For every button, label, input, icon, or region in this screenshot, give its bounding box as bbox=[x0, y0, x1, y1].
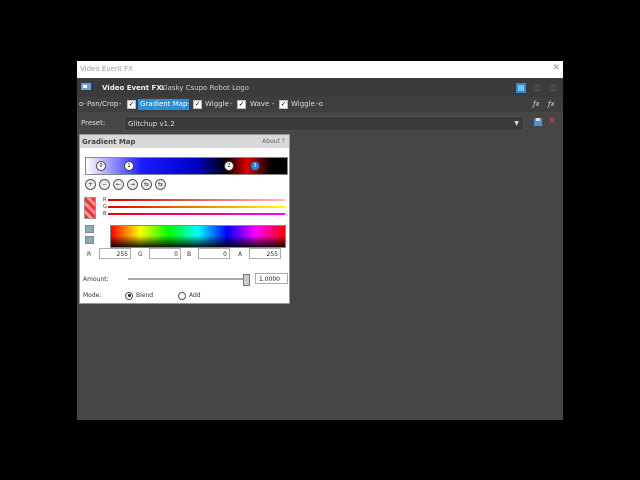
fx-plugin-icon[interactable]: ƒx bbox=[533, 99, 540, 110]
color-spectrum[interactable] bbox=[110, 225, 286, 248]
slider-letter-g: G bbox=[103, 204, 107, 210]
preset-value: Glitchup v1.2 bbox=[128, 120, 175, 128]
palette-icon[interactable] bbox=[85, 225, 94, 233]
window-titlebar[interactable]: Video Event FX ✕ bbox=[77, 61, 563, 78]
gradient-map-panel: Gradient Map About ? 0 1 2 3 + − ← → ⇆ ⇆… bbox=[79, 134, 290, 304]
chain-connector: - bbox=[272, 100, 275, 108]
red-slider[interactable] bbox=[108, 199, 285, 201]
mode-label: Mode: bbox=[83, 292, 102, 299]
picker-tools bbox=[85, 225, 94, 247]
red-value-field[interactable]: 255 bbox=[99, 248, 131, 259]
amount-row: Amount: 1.0000 bbox=[83, 273, 288, 286]
video-event-fx-window: Video Event FX ✕ Video Event FX: Klasky … bbox=[77, 61, 563, 420]
move-left-icon[interactable]: ← bbox=[113, 179, 124, 190]
field-label-b: B bbox=[187, 251, 192, 258]
color-swatch[interactable] bbox=[84, 197, 96, 219]
mode-add-label: Add bbox=[189, 292, 201, 299]
mode-blend-radio[interactable]: Blend bbox=[125, 291, 153, 301]
move-right-icon[interactable]: → bbox=[127, 179, 138, 190]
preset-dropdown[interactable]: Glitchup v1.2 ▼ bbox=[124, 116, 524, 131]
chain-connector: - bbox=[230, 100, 233, 108]
amount-slider[interactable] bbox=[128, 274, 250, 286]
view-grid-button[interactable]: ◫ bbox=[548, 83, 558, 93]
amount-label: Amount: bbox=[83, 276, 109, 283]
preset-label: Preset: bbox=[81, 119, 106, 127]
preset-row: Preset: Glitchup v1.2 ▼ ✕ bbox=[77, 116, 563, 131]
chain-item-wiggle[interactable]: Wiggle bbox=[205, 99, 229, 110]
delete-preset-icon[interactable]: ✕ bbox=[548, 116, 556, 127]
rgba-fields: R 255 G 0 B 0 A 255 bbox=[83, 248, 287, 261]
gradient-stop-selected[interactable]: 3 bbox=[250, 161, 260, 171]
header-label: Video Event FX: bbox=[102, 84, 165, 92]
mode-add-radio[interactable]: Add bbox=[178, 291, 201, 301]
chain-item-pan-crop[interactable]: Pan/Crop bbox=[87, 99, 118, 110]
about-button[interactable]: About ? bbox=[262, 138, 285, 145]
view-list-button[interactable]: ▤ bbox=[516, 83, 526, 93]
slider-letter-r: R bbox=[103, 197, 107, 203]
gradient-stop[interactable]: 2 bbox=[224, 161, 234, 171]
chain-checkbox-wave[interactable]: ✓ bbox=[237, 99, 248, 110]
field-label-r: R bbox=[87, 251, 92, 258]
alpha-value-field[interactable]: 255 bbox=[249, 248, 281, 259]
distribute-icon[interactable]: ⇆ bbox=[155, 179, 166, 190]
close-icon[interactable]: ✕ bbox=[552, 63, 560, 73]
chain-start-connector: o- bbox=[79, 100, 86, 108]
panel-title: Gradient Map bbox=[82, 138, 136, 146]
chain-checkbox-gradient-map[interactable]: ✓ bbox=[127, 99, 138, 110]
chain-item-wiggle-2[interactable]: Wiggle bbox=[291, 99, 315, 110]
chain-end-connector: -o bbox=[316, 100, 323, 108]
fx-chain-bar: o- Pan/Crop - ✓ Gradient Map - ✓ Wiggle … bbox=[77, 97, 563, 112]
chain-checkbox-wiggle-2[interactable]: ✓ bbox=[279, 99, 290, 110]
chain-item-wave[interactable]: Wave bbox=[250, 99, 269, 110]
field-label-g: G bbox=[138, 251, 143, 258]
amount-value-field[interactable]: 1.0000 bbox=[255, 273, 288, 284]
green-slider[interactable] bbox=[108, 206, 285, 208]
gradient-stop[interactable]: 1 bbox=[124, 161, 134, 171]
reverse-icon[interactable]: ⇆ bbox=[141, 179, 152, 190]
blue-value-field[interactable]: 0 bbox=[198, 248, 230, 259]
remove-fx-icon[interactable]: ƒx bbox=[548, 99, 555, 110]
blue-slider[interactable] bbox=[108, 213, 285, 215]
green-value-field[interactable]: 0 bbox=[149, 248, 181, 259]
chain-connector: - bbox=[119, 100, 122, 108]
remove-stop-icon[interactable]: − bbox=[99, 179, 110, 190]
panel-header: Gradient Map About ? bbox=[80, 135, 289, 148]
rgb-sliders: R G B bbox=[103, 197, 287, 221]
header-source-name: Klasky Csupo Robot Logo bbox=[161, 84, 249, 92]
fx-chain-icon bbox=[80, 81, 92, 92]
fx-header: Video Event FX: Klasky Csupo Robot Logo … bbox=[77, 78, 563, 97]
view-split-button[interactable]: ◫ bbox=[532, 83, 542, 93]
window-title: Video Event FX bbox=[80, 65, 133, 73]
chain-checkbox-wiggle[interactable]: ✓ bbox=[193, 99, 204, 110]
add-stop-icon[interactable]: + bbox=[85, 179, 96, 190]
mode-row: Mode: Blend Add bbox=[83, 291, 287, 301]
gradient-bar[interactable]: 0 1 2 3 bbox=[85, 157, 288, 175]
field-label-a: A bbox=[238, 251, 243, 258]
gradient-stop[interactable]: 0 bbox=[96, 161, 106, 171]
chain-connector: - bbox=[187, 100, 190, 108]
eyedropper-icon[interactable] bbox=[85, 236, 94, 244]
mode-blend-label: Blend bbox=[136, 292, 154, 299]
slider-letter-b: B bbox=[103, 211, 107, 217]
chain-item-gradient-map[interactable]: Gradient Map bbox=[138, 99, 190, 110]
amount-slider-thumb[interactable] bbox=[242, 274, 250, 286]
save-preset-icon[interactable] bbox=[533, 117, 543, 129]
chevron-down-icon: ▼ bbox=[514, 120, 519, 127]
